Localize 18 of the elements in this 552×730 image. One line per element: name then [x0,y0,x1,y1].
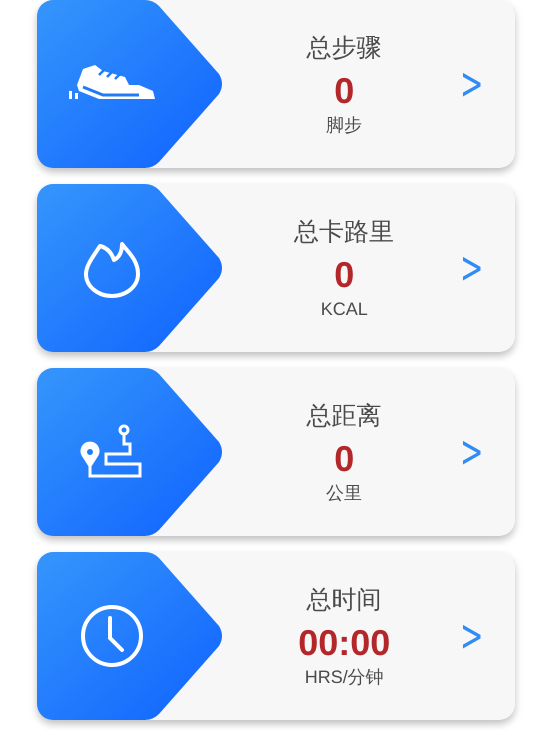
stat-card[interactable]: 总距离 0 公里 > [37,368,515,536]
unit-label: HRS/分钟 [304,666,384,689]
unit-label: KCAL [320,298,368,321]
card-title: 总距离 [306,401,382,432]
card-title: 总时间 [306,585,382,616]
stat-card[interactable]: 总步骤 0 脚步 > [37,0,515,168]
stat-card[interactable]: 总卡路里 0 KCAL > [37,184,515,352]
stat-value: 0 [334,437,354,481]
card-title: 总卡路里 [294,217,394,248]
stat-value: 00:00 [298,621,390,665]
stat-value: 0 [334,69,354,113]
unit-label: 脚步 [326,114,362,137]
route-icon [80,424,144,480]
stat-value: 0 [334,253,354,297]
card-title: 总步骤 [306,33,382,64]
stat-card[interactable]: 总时间 00:00 HRS/分钟 > [37,552,515,720]
unit-label: 公里 [326,482,362,505]
clock-icon [80,604,144,668]
